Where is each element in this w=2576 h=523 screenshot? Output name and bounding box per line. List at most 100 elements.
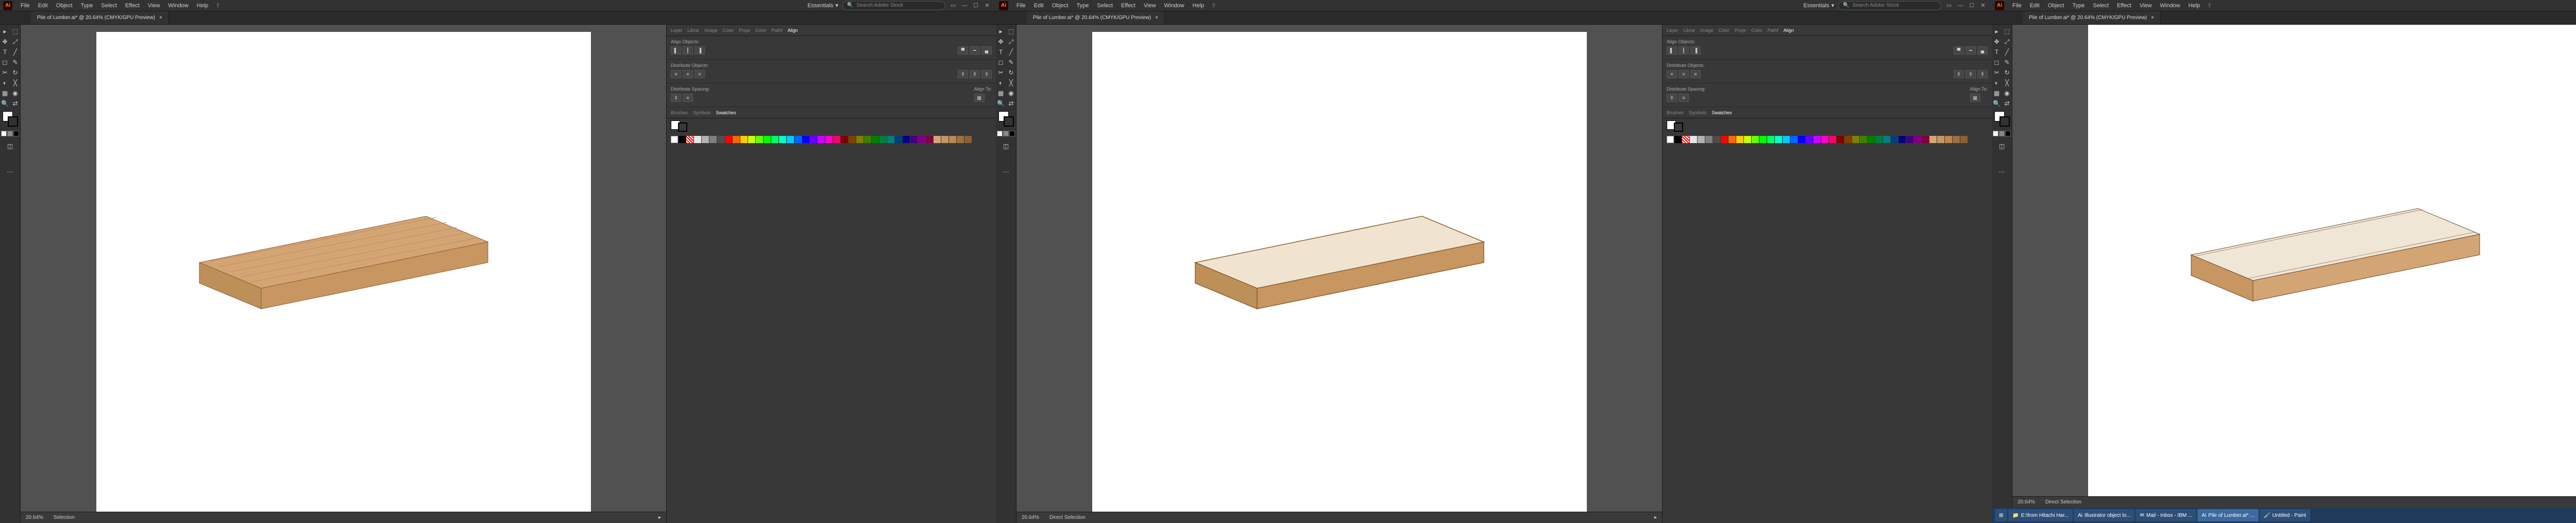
color-mode-picker[interactable] (1, 131, 19, 136)
taskbar-illustrator[interactable]: AiPile of Lumber.ai* ... (2197, 509, 2258, 521)
document-tab[interactable]: Pile of Lumber.ai* @ 20.64% (CMYK/GPU Pr… (1027, 11, 1165, 24)
taskbar-mail[interactable]: ✉Mail - Inbox - IBM ... (2136, 509, 2196, 521)
workspace-switcher[interactable]: Essentials▾ (807, 2, 838, 9)
panel-tabs[interactable]: LayerLibrarImageColorProprColorPathfAlig… (1663, 25, 1992, 36)
align-to-icon[interactable]: ▦ (974, 94, 985, 102)
dist-vcenter-icon[interactable]: ≡ (1679, 70, 1689, 78)
align-hcenter-icon[interactable]: ┃ (683, 46, 693, 55)
menu-type[interactable]: Type (2069, 3, 2089, 9)
tool-perspective[interactable]: ▦ (996, 89, 1006, 98)
search-input[interactable]: 🔍Search Adobe Stock (842, 1, 945, 10)
menu-edit[interactable]: Edit (1030, 3, 1048, 9)
canvas-area[interactable] (2012, 25, 2576, 508)
dist-right-icon[interactable]: ⦀ (981, 70, 992, 78)
tool-line[interactable]: ╱ (2003, 47, 2012, 57)
edit-toolbar-icon[interactable]: ⋯ (6, 167, 15, 177)
document-tab[interactable]: Pile of Lumber.ai* @ 20.64% (CMYK/GPU Pr… (31, 11, 169, 24)
tab-close-icon[interactable]: × (1155, 15, 1158, 21)
menu-edit[interactable]: Edit (34, 3, 52, 9)
menu-edit[interactable]: Edit (2026, 3, 2044, 9)
tool-line[interactable]: ╱ (11, 47, 20, 57)
taskbar-explorer[interactable]: 📁E:\from Hitachi Har... (2008, 509, 2073, 521)
menu-file[interactable]: File (2008, 3, 2026, 9)
align-hcenter-icon[interactable]: ┃ (1679, 46, 1689, 55)
tool-selection[interactable]: ▸ (996, 27, 1006, 36)
menu-effect[interactable]: Effect (1117, 3, 1140, 9)
tool-lasso[interactable]: ⤢ (11, 37, 20, 46)
menu-share-icon[interactable]: ⇪ (1211, 2, 1219, 9)
document-tab[interactable]: Pile of Lumber.ai* @ 20.64% (CMYK/GPU Pr… (2023, 11, 2161, 24)
tool-hand[interactable]: ⇄ (11, 99, 20, 108)
align-left-icon[interactable]: ▌ (671, 46, 681, 55)
color-mode-picker[interactable] (1993, 131, 2011, 136)
tool-rectangle[interactable]: ◻ (1, 58, 10, 67)
minimize-icon[interactable]: — (1957, 2, 1964, 9)
tool-scissors[interactable]: ✂ (1992, 68, 2002, 77)
menu-select[interactable]: Select (2089, 3, 2113, 9)
swatches-grid[interactable] (1663, 134, 1992, 145)
dist-right-icon[interactable]: ⦀ (1977, 70, 1988, 78)
menu-help[interactable]: Help (193, 3, 213, 9)
menu-select[interactable]: Select (97, 3, 121, 9)
windows-taskbar[interactable]: ⊞ 📁E:\from Hitachi Har... AiIllustrator … (1992, 508, 2576, 523)
canvas-area[interactable] (1016, 25, 1662, 523)
artboard[interactable] (1092, 32, 1587, 516)
menu-share-icon[interactable]: ⇪ (215, 2, 224, 9)
color-mode-picker[interactable] (997, 131, 1015, 136)
arrange-icon[interactable]: ▭ (1945, 2, 1953, 9)
align-top-icon[interactable]: ▀ (1954, 46, 1964, 55)
plank-graphic[interactable] (2171, 198, 2500, 311)
spacing-h-icon[interactable]: ≡ (1679, 94, 1689, 102)
tool-hand[interactable]: ⇄ (2003, 99, 2012, 108)
menu-window[interactable]: Window (2156, 3, 2184, 9)
scroll-indicator[interactable]: ▸ (1654, 515, 1657, 520)
tool-rectangle[interactable]: ◻ (996, 58, 1006, 67)
tool-type[interactable]: T (996, 47, 1006, 57)
dist-left-icon[interactable]: ⦀ (1954, 70, 1964, 78)
tool-perspective[interactable]: ▦ (1, 89, 10, 98)
edit-toolbar-icon[interactable]: ⋯ (1002, 167, 1011, 177)
artboard[interactable] (96, 32, 591, 516)
tool-gradient[interactable]: ◉ (2003, 89, 2012, 98)
screen-mode-icon[interactable]: ◫ (1002, 142, 1011, 151)
tab-close-icon[interactable]: × (2151, 15, 2154, 21)
panel-tabs[interactable]: LayerLibrarImageColorProprColorPathfAlig… (667, 25, 996, 36)
menu-view[interactable]: View (144, 3, 164, 9)
menu-help[interactable]: Help (2184, 3, 2205, 9)
tool-shape-builder[interactable]: ╳ (1007, 78, 1016, 88)
menu-window[interactable]: Window (1160, 3, 1189, 9)
align-right-icon[interactable]: ▐ (1690, 46, 1701, 55)
tool-zoom[interactable]: 🔍 (1992, 99, 2002, 108)
dist-hcenter-icon[interactable]: ⦀ (970, 70, 980, 78)
menu-select[interactable]: Select (1093, 3, 1117, 9)
swatches-grid[interactable] (667, 134, 996, 145)
align-right-icon[interactable]: ▐ (694, 46, 705, 55)
align-bottom-icon[interactable]: ▄ (1977, 46, 1988, 55)
spacing-h-icon[interactable]: ≡ (683, 94, 693, 102)
canvas-area[interactable] (21, 25, 666, 523)
brushes-tabs[interactable]: BrushesSymbolsSwatches (667, 107, 996, 118)
menu-effect[interactable]: Effect (121, 3, 144, 9)
tool-magic-wand[interactable]: ✥ (996, 37, 1006, 46)
tool-lasso[interactable]: ⤢ (1007, 37, 1016, 46)
tab-close-icon[interactable]: × (159, 15, 162, 21)
tool-shape-builder[interactable]: ╳ (11, 78, 20, 88)
workspace-switcher[interactable]: Essentials▾ (1803, 2, 1834, 9)
tool-type[interactable]: T (1, 47, 10, 57)
tool-magic-wand[interactable]: ✥ (1992, 37, 2002, 46)
minimize-icon[interactable]: — (961, 2, 968, 9)
tool-gradient[interactable]: ◉ (1007, 89, 1016, 98)
edit-toolbar-icon[interactable]: ⋯ (1997, 167, 2007, 177)
align-to-icon[interactable]: ▦ (1970, 94, 1980, 102)
zoom-level[interactable]: 20.64% (1022, 515, 1039, 520)
tool-width[interactable]: ◐ (1992, 78, 2002, 88)
taskbar-browser[interactable]: AiIllustrator object lo... (2074, 509, 2134, 521)
tool-direct-selection[interactable]: ⬚ (1007, 27, 1016, 36)
search-input[interactable]: 🔍Search Adobe Stock (1838, 1, 1941, 10)
menu-share-icon[interactable]: ⇪ (2207, 2, 2215, 9)
screen-mode-icon[interactable]: ◫ (1997, 142, 2007, 151)
close-icon[interactable]: ✕ (1979, 2, 1987, 9)
fill-stroke[interactable] (3, 111, 18, 127)
tool-rotate[interactable]: ↻ (1007, 68, 1016, 77)
plank-graphic[interactable] (179, 206, 509, 319)
